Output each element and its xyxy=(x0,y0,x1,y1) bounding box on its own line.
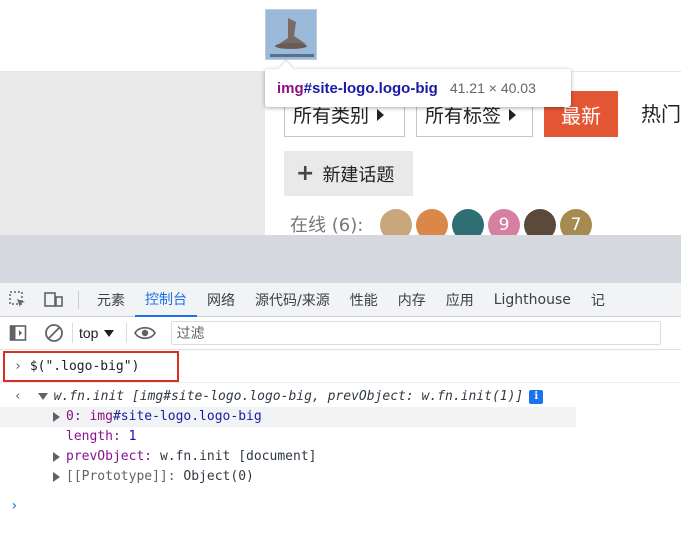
length-value: 1 xyxy=(128,429,137,444)
avatar[interactable]: 9 xyxy=(488,209,520,235)
tab-performance[interactable]: 性能 xyxy=(340,283,388,317)
expand-down-icon[interactable] xyxy=(37,393,48,400)
avatar[interactable] xyxy=(452,209,484,235)
hot-tab-link[interactable]: 热门 xyxy=(641,98,681,127)
tab-divider xyxy=(78,290,79,309)
sidebar-toggle-icon[interactable] xyxy=(0,317,36,350)
context-value: top xyxy=(79,325,99,341)
live-expression-eye-icon[interactable] xyxy=(127,317,163,350)
info-icon[interactable]: i xyxy=(529,389,544,404)
logo-hat-icon xyxy=(266,10,316,59)
tree-row-item0[interactable]: 0: img#site-logo.logo-big xyxy=(53,408,262,426)
item0-tag: img xyxy=(89,409,113,424)
tab-lighthouse[interactable]: Lighthouse xyxy=(484,283,581,317)
new-topic-label: 新建话题 xyxy=(322,164,395,186)
clear-console-icon[interactable] xyxy=(36,317,72,350)
online-users-label: 在线 (6): xyxy=(290,215,364,235)
expand-right-icon[interactable] xyxy=(53,411,60,422)
chevron-down-icon xyxy=(104,329,115,337)
tab-memory[interactable]: 内存 xyxy=(388,283,436,317)
filter-placeholder: 过滤 xyxy=(176,326,205,342)
prototype-key: [[Prototype]] xyxy=(66,469,168,484)
tab-application[interactable]: 应用 xyxy=(436,283,484,317)
console-input-prompt[interactable]: › xyxy=(10,498,18,514)
devtools-resize-bar[interactable] xyxy=(0,235,681,283)
caret-right-icon xyxy=(509,108,517,121)
site-logo[interactable] xyxy=(265,9,317,60)
site-header xyxy=(0,0,681,72)
avatar[interactable] xyxy=(524,209,556,235)
inspect-element-icon[interactable] xyxy=(0,283,36,317)
plus-icon: + xyxy=(296,160,315,186)
item0-selector: #site-logo.logo-big xyxy=(112,409,262,424)
prevobject-key: prevObject xyxy=(66,449,145,464)
prompt-chevron-icon: › xyxy=(14,359,22,374)
tab-sources[interactable]: 源代码/来源 xyxy=(245,283,340,317)
tab-elements[interactable]: 元素 xyxy=(87,283,135,317)
prevobject-value: w.fn.init [document] xyxy=(159,449,317,464)
result-divider xyxy=(0,382,681,383)
inspect-tooltip: img #site-logo.logo-big 41.21 × 40.03 xyxy=(265,69,571,107)
tab-network[interactable]: 网络 xyxy=(197,283,245,317)
console-output: › $(".logo-big") ‹ w.fn.init [img#site-lo… xyxy=(0,350,681,540)
expand-right-icon[interactable] xyxy=(53,451,60,462)
page-background xyxy=(0,72,265,235)
avatar[interactable] xyxy=(416,209,448,235)
tooltip-tag: img xyxy=(277,79,304,97)
console-toolbar: top 过滤 xyxy=(0,317,681,350)
command-text: $(".logo-big") xyxy=(29,359,140,374)
item0-key: 0 xyxy=(66,409,74,424)
tree-row-prototype[interactable]: [[Prototype]]: Object(0) xyxy=(53,468,254,486)
new-topic-button[interactable]: + 新建话题 xyxy=(284,151,413,196)
tab-console[interactable]: 控制台 xyxy=(135,283,197,317)
tree-row-length: length: 1 xyxy=(66,429,137,444)
context-selector[interactable]: top xyxy=(73,317,126,350)
devtools-tabbar: 元素 控制台 网络 源代码/来源 性能 内存 应用 Lighthouse 记 xyxy=(0,283,681,317)
tab-recorder[interactable]: 记 xyxy=(581,283,605,317)
result-arrow-icon: ‹ xyxy=(14,389,22,404)
online-avatars: 9 7 xyxy=(380,209,592,235)
avatar[interactable]: 7 xyxy=(560,209,592,235)
tooltip-selector: #site-logo.logo-big xyxy=(303,79,438,97)
caret-right-icon xyxy=(377,108,385,121)
web-page: 所有类别 所有标签 最新 热门 + 新建话题 在线 (6): 9 7 img #s… xyxy=(0,0,681,235)
console-filter-input[interactable]: 过滤 xyxy=(171,321,662,345)
expand-right-icon[interactable] xyxy=(53,471,60,482)
console-command: › $(".logo-big") xyxy=(14,359,139,374)
prototype-value: Object(0) xyxy=(183,469,254,484)
device-toolbar-icon[interactable] xyxy=(36,283,72,317)
result-line[interactable]: ‹ w.fn.init [img#site-logo.logo-big, pre… xyxy=(14,388,544,406)
tooltip-size: 41.21 × 40.03 xyxy=(449,80,536,96)
result-head-text: w.fn.init [img#site-logo.logo-big, prevO… xyxy=(53,389,524,404)
tree-row-prevobject[interactable]: prevObject: w.fn.init [document] xyxy=(53,448,316,466)
avatar[interactable] xyxy=(380,209,412,235)
length-key: length xyxy=(66,429,113,444)
